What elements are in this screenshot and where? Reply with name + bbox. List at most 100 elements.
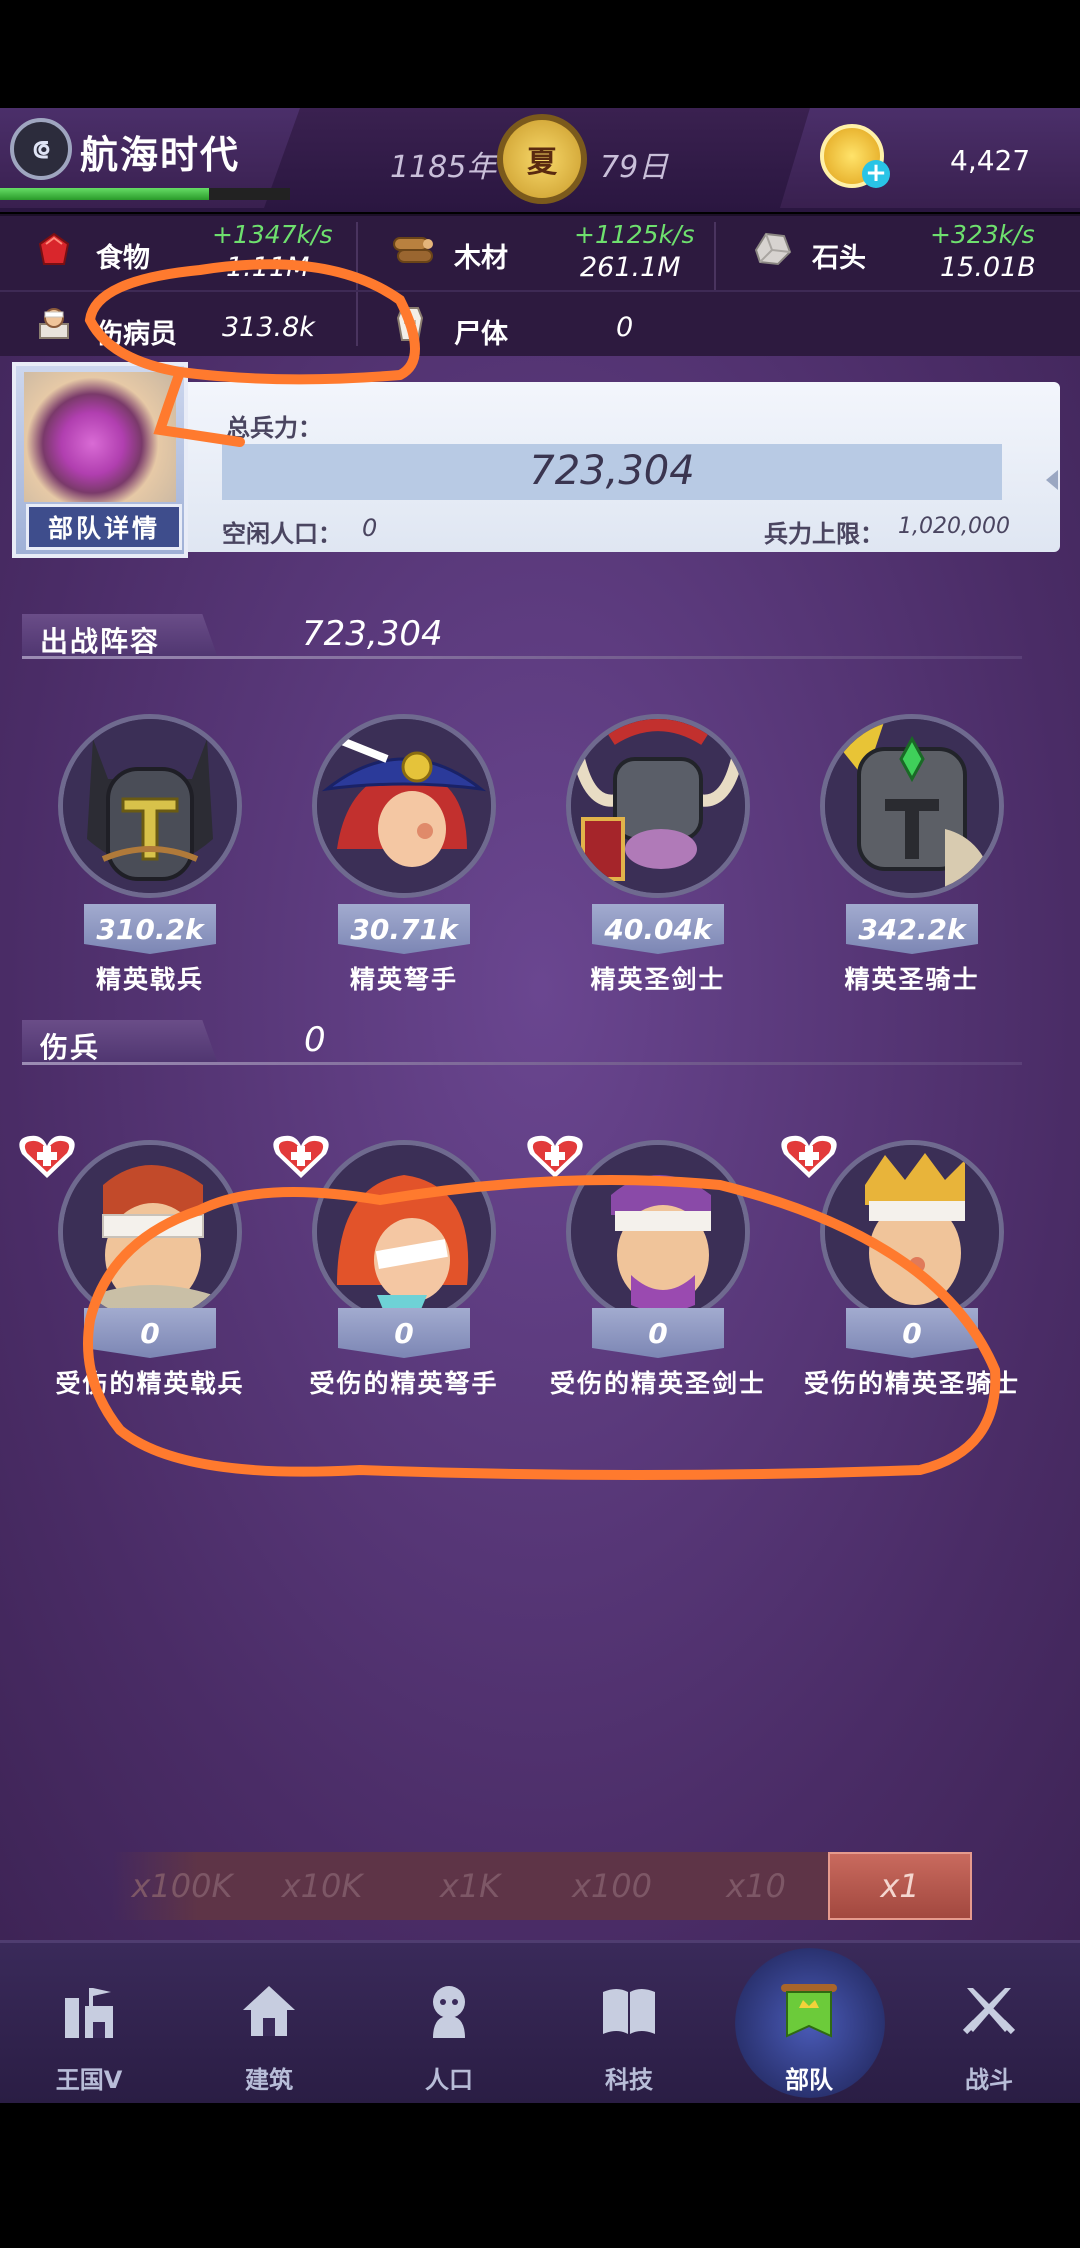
helmet-knight-icon: [63, 719, 237, 893]
wounded-total: 0: [304, 1020, 326, 1060]
lineup-header-line: [22, 656, 1022, 659]
wounded-portrait-holy-swordsman[interactable]: [566, 1140, 750, 1324]
panel-arrow-icon[interactable]: [1046, 470, 1058, 490]
unit-portrait-holy-knight[interactable]: [820, 714, 1004, 898]
stone-value: 15.01B: [940, 252, 1036, 283]
idle-pop-value: 0: [362, 514, 378, 542]
log-icon: [393, 237, 433, 263]
patient-icon: [39, 308, 69, 339]
unit-count: 30.71k: [338, 904, 470, 954]
house-icon: [243, 1986, 295, 2036]
nav-population[interactable]: 人口: [374, 1960, 524, 2094]
wounded-count: 0: [846, 1308, 978, 1358]
wounded-value: 313.8k: [222, 312, 315, 343]
wood-label: 木材: [454, 243, 508, 274]
divider: [0, 290, 1080, 292]
multiplier-x10[interactable]: x10: [686, 1852, 826, 1920]
wounded-title: 伤兵: [40, 1031, 101, 1064]
bandaged-swordsman-icon: [571, 1145, 745, 1319]
castle-icon: [65, 1988, 113, 2038]
wounded-unit-name: 受伤的精英戟兵: [55, 1369, 245, 1398]
bandaged-archer-icon: [317, 1145, 491, 1319]
nav-buildings[interactable]: 建筑: [194, 1960, 344, 2094]
gold-amount: 4,427: [950, 144, 1031, 177]
bandaged-soldier-icon: [63, 1145, 237, 1319]
food-value: 1.11M: [226, 252, 310, 283]
total-troops-value: 723,304: [529, 448, 695, 494]
unit-count: 310.2k: [84, 904, 216, 954]
idle-pop-label: 空闲人口：: [222, 520, 342, 548]
unit-portrait-holy-swordsman[interactable]: [566, 714, 750, 898]
person-icon: [433, 1986, 465, 2038]
stone-icon: [754, 232, 792, 266]
nav-label: 科技: [605, 2066, 653, 2094]
multiplier-x100k[interactable]: x100K: [112, 1852, 252, 1920]
multiplier-x10k[interactable]: x10K: [252, 1852, 392, 1920]
crossed-swords-icon: [962, 1988, 1016, 2035]
corpse-label: 尸体: [454, 319, 508, 350]
add-gold-button[interactable]: +: [862, 160, 890, 188]
wounded-unit-name: 受伤的精英圣剑士: [549, 1369, 766, 1398]
wounded-label: 伤病员: [96, 319, 177, 350]
wounded-count: 0: [84, 1308, 216, 1358]
unit-name: 精英弩手: [349, 965, 458, 994]
troop-cap-label: 兵力上限：: [764, 520, 884, 548]
wounded-unit-name: 受伤的精英圣骑士: [803, 1369, 1020, 1398]
multiplier-x100[interactable]: x100: [542, 1852, 682, 1920]
food-rate: +1347k/s: [212, 220, 333, 249]
game-title: 航海时代: [80, 133, 241, 177]
lineup-total: 723,304: [302, 614, 443, 654]
bandaged-knight-icon: [825, 1145, 999, 1319]
green-gem-helmet-icon: [825, 719, 999, 893]
day-label: 79日: [600, 150, 669, 185]
era-progress-fill: [0, 188, 209, 200]
wounded-count: 0: [592, 1308, 724, 1358]
meat-icon: [38, 232, 70, 265]
nav-battle[interactable]: 战斗: [914, 1960, 1064, 2094]
season-badge[interactable]: 夏: [497, 114, 587, 204]
banner-icon: [781, 1984, 837, 2038]
wounded-portrait-holy-knight[interactable]: [820, 1140, 1004, 1324]
troop-details-button[interactable]: 部队详情: [26, 504, 182, 550]
wood-value: 261.1M: [580, 252, 681, 283]
nav-kingdom[interactable]: 王国Ⅴ: [14, 1960, 164, 2094]
multiplier-x1k[interactable]: x1K: [400, 1852, 540, 1920]
multiplier-x1-selected[interactable]: x1: [828, 1852, 972, 1920]
food-label: 食物: [96, 243, 150, 274]
wood-rate: +1125k/s: [574, 220, 695, 249]
nav-technology[interactable]: 科技: [554, 1960, 704, 2094]
coffin-icon: [396, 307, 424, 341]
lineup-title: 出战阵容: [40, 625, 161, 658]
year-label: 1185年: [390, 150, 497, 185]
heal-button[interactable]: [270, 1132, 332, 1182]
heal-button[interactable]: [778, 1132, 840, 1182]
wounded-header-line: [22, 1062, 1022, 1065]
unit-name: 精英圣剑士: [590, 965, 726, 994]
feathered-hat-girl-icon: [317, 719, 491, 893]
heal-button[interactable]: [16, 1132, 78, 1182]
wounded-unit-name: 受伤的精英弩手: [309, 1369, 499, 1398]
unit-count: 40.04k: [592, 904, 724, 954]
divider: [714, 222, 716, 292]
nav-label: 王国Ⅴ: [55, 2066, 123, 2094]
nav-troops-active[interactable]: 部队: [734, 1960, 884, 2094]
wounded-portrait-crossbowman[interactable]: [312, 1140, 496, 1324]
book-icon: [603, 1989, 655, 2034]
corpse-value: 0: [616, 312, 634, 343]
heal-button[interactable]: [524, 1132, 586, 1182]
unit-portrait-crossbowman[interactable]: [312, 714, 496, 898]
wounded-count: 0: [338, 1308, 470, 1358]
unit-name: 精英圣骑士: [844, 965, 980, 994]
total-troops-label: 总兵力：: [226, 414, 322, 442]
nav-label: 部队: [785, 2066, 833, 2094]
commander-avatar: [24, 372, 176, 502]
nav-label: 人口: [425, 2066, 473, 2094]
unit-name: 精英戟兵: [95, 965, 204, 994]
unit-portrait-halberdier[interactable]: [58, 714, 242, 898]
stone-rate: +323k/s: [930, 220, 1035, 249]
nav-label: 建筑: [245, 2066, 293, 2094]
wounded-portrait-halberdier[interactable]: [58, 1140, 242, 1324]
horned-helmet-icon: [571, 719, 745, 893]
unit-count: 342.2k: [846, 904, 978, 954]
era-badge-icon[interactable]: ⟃: [10, 118, 72, 180]
